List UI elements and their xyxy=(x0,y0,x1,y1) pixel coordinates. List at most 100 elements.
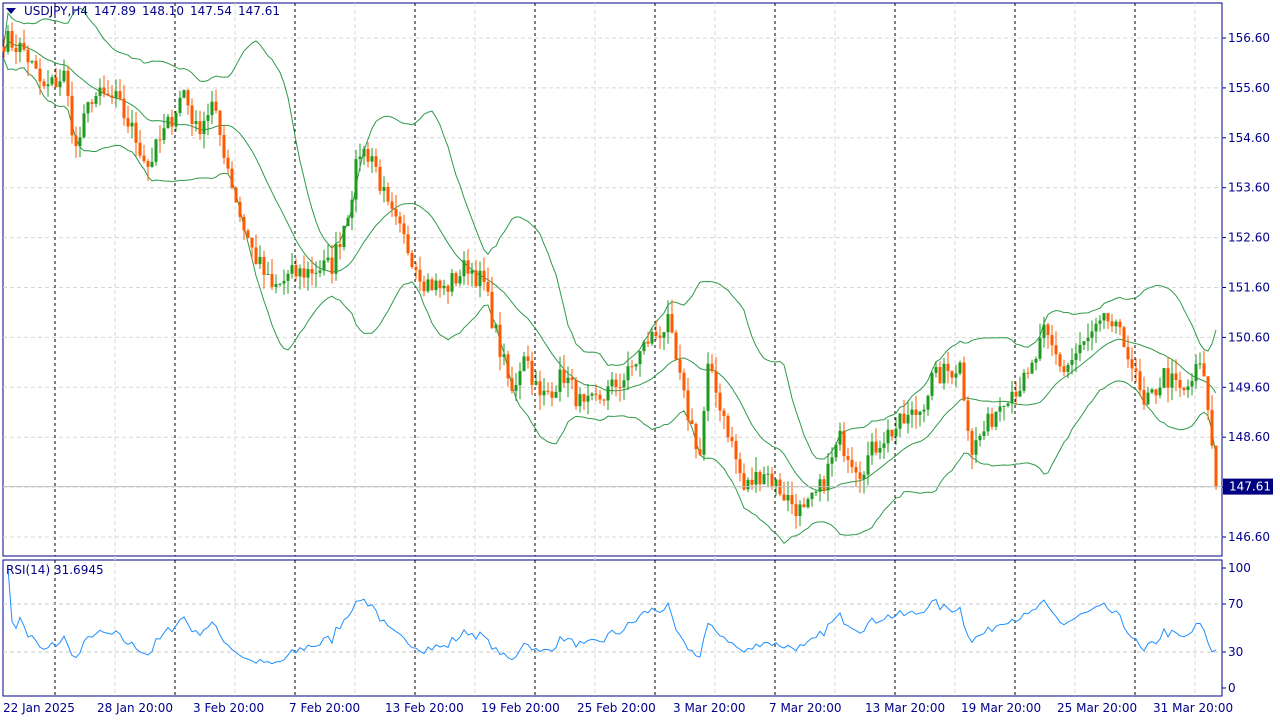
bull-candle xyxy=(638,351,642,365)
rsi-level-label: 70 xyxy=(1228,597,1243,611)
bear-candle xyxy=(758,471,762,485)
price-tick-label: 156.60 xyxy=(1228,31,1270,45)
bear-candle xyxy=(842,430,846,457)
bull-candle xyxy=(522,356,526,372)
bear-candle xyxy=(1122,327,1126,348)
bull-candle xyxy=(766,473,770,475)
bear-candle xyxy=(234,187,238,202)
bear-candle xyxy=(74,135,78,147)
bear-candle xyxy=(1026,372,1030,374)
bull-candle xyxy=(934,367,938,373)
bull-candle xyxy=(58,81,62,88)
bull-candle xyxy=(182,90,186,98)
bear-candle xyxy=(262,256,266,275)
bear-candle xyxy=(214,101,218,111)
bear-candle xyxy=(438,280,442,289)
price-chart[interactable]: 156.60 155.60 154.60 153.60 152.60 151.60 150.… xyxy=(0,0,1280,720)
bear-candle xyxy=(602,399,606,401)
bull-candle xyxy=(478,270,482,287)
bull-candle xyxy=(78,137,82,147)
bear-candle xyxy=(138,142,142,156)
bull-candle xyxy=(666,314,670,333)
bull-candle xyxy=(362,148,366,157)
rsi-label: RSI(14) 31.6945 xyxy=(6,563,104,577)
bear-candle xyxy=(310,269,314,274)
bull-candle xyxy=(958,362,962,374)
bear-candle xyxy=(574,379,578,407)
bear-candle xyxy=(506,354,510,379)
bear-candle xyxy=(526,356,530,361)
bear-candle xyxy=(790,494,794,505)
bull-candle xyxy=(174,112,178,127)
bull-candle xyxy=(650,331,654,344)
bull-candle xyxy=(194,121,198,124)
bear-candle xyxy=(694,423,698,450)
bull-candle xyxy=(1158,387,1162,396)
price-pane-frame xyxy=(2,2,1223,557)
bear-candle xyxy=(658,335,662,338)
bull-candle xyxy=(18,42,22,52)
bull-candle xyxy=(266,273,270,275)
current-price-label: 147.61 xyxy=(1229,480,1271,494)
bear-candle xyxy=(110,95,114,98)
bull-candle xyxy=(578,394,582,407)
bull-candle xyxy=(130,122,134,127)
bear-candle xyxy=(418,269,422,282)
bear-candle xyxy=(1142,390,1146,405)
bull-candle xyxy=(806,498,810,508)
collapse-triangle-icon[interactable] xyxy=(6,8,16,14)
bear-candle xyxy=(246,230,250,238)
time-label: 28 Jan 20:00 xyxy=(97,701,173,715)
bull-candle xyxy=(166,116,170,129)
high-value: 148.10 xyxy=(141,4,184,18)
bull-candle xyxy=(1190,381,1194,387)
bull-candle xyxy=(906,414,910,424)
bull-candle xyxy=(1102,313,1106,321)
bear-candle xyxy=(646,341,650,344)
bull-candle xyxy=(834,444,838,458)
bull-candle xyxy=(1082,341,1086,345)
bear-candle xyxy=(1050,335,1054,346)
bull-candle xyxy=(554,391,558,398)
bear-candle xyxy=(1214,445,1218,487)
bear-candle xyxy=(970,430,974,455)
rsi-level-label: 30 xyxy=(1228,645,1243,659)
bull-candle xyxy=(910,409,914,415)
bear-candle xyxy=(1206,376,1210,410)
bear-candle xyxy=(630,366,634,368)
bear-candle xyxy=(102,87,106,94)
bear-candle xyxy=(338,244,342,248)
bear-candle xyxy=(734,441,738,460)
bull-candle xyxy=(382,186,386,191)
bear-candle xyxy=(142,155,146,162)
bear-candle xyxy=(482,270,486,282)
bear-candle xyxy=(730,437,734,442)
bear-candle xyxy=(1182,387,1186,391)
bear-candle xyxy=(106,93,110,96)
bear-candle xyxy=(34,60,38,69)
bull-candle xyxy=(306,269,310,278)
bull-candle xyxy=(978,435,982,441)
bear-candle xyxy=(170,116,174,127)
bull-candle xyxy=(502,354,506,357)
bear-candle xyxy=(22,42,26,50)
bull-candle xyxy=(334,244,338,274)
bull-candle xyxy=(994,411,998,427)
symbol-label: USDJPY,H4 xyxy=(24,4,88,18)
bear-candle xyxy=(1054,345,1058,355)
bull-candle xyxy=(298,268,302,277)
bear-candle xyxy=(1178,380,1182,388)
bull-candle xyxy=(1042,324,1046,339)
bull-candle xyxy=(350,199,354,218)
bull-candle xyxy=(434,280,438,291)
bull-candle xyxy=(358,156,362,160)
low-value: 147.54 xyxy=(189,4,232,18)
bear-candle xyxy=(738,459,742,474)
price-tick-label: 152.60 xyxy=(1228,231,1270,245)
bear-candle xyxy=(302,268,306,278)
bear-candle xyxy=(222,134,226,158)
bear-candle xyxy=(614,379,618,388)
bear-candle xyxy=(378,166,382,191)
bull-candle xyxy=(798,504,802,517)
bear-candle xyxy=(90,102,94,104)
